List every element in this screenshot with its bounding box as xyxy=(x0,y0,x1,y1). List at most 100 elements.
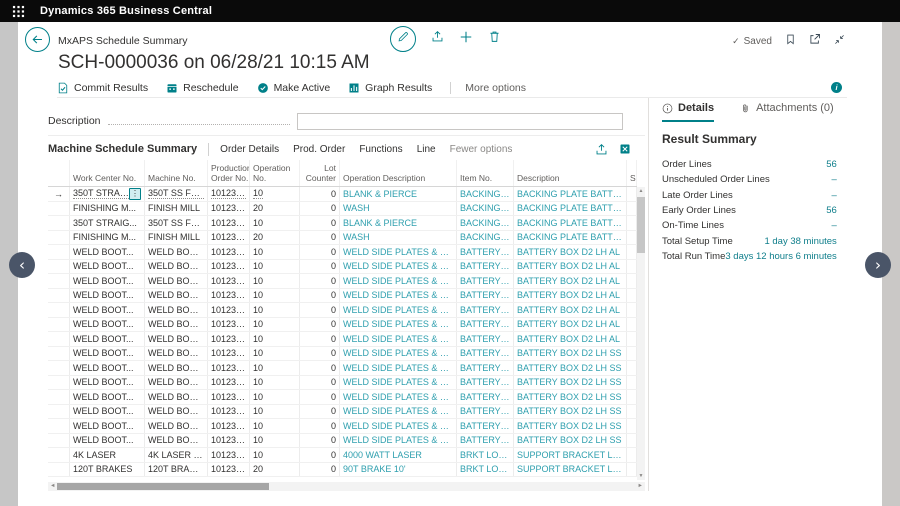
row-selector-cell[interactable] xyxy=(48,390,70,404)
table-cell[interactable]: BATTERY BOX D2 LH SS xyxy=(514,376,627,390)
table-cell[interactable]: WELD SIDE PLATES & COVER xyxy=(340,303,457,317)
table-cell[interactable]: BLANK & PIERCE xyxy=(340,187,457,201)
table-cell[interactable]: 0 xyxy=(300,202,340,216)
table-cell[interactable]: 120T BRAKES xyxy=(145,463,208,477)
row-selector-cell[interactable] xyxy=(48,231,70,245)
table-cell[interactable] xyxy=(627,289,637,303)
table-cell[interactable]: 0 xyxy=(300,245,340,259)
row-selector-cell[interactable] xyxy=(48,303,70,317)
table-cell[interactable]: BRKT LONG 1 xyxy=(457,448,514,462)
table-cell[interactable]: BATTERY BOX D2 LH AL xyxy=(514,274,627,288)
table-row[interactable]: WELD BOOT...WELD BOOT...1012342100WELD S… xyxy=(48,405,637,420)
table-cell[interactable]: WELD SIDE PLATES & COVER xyxy=(340,260,457,274)
table-cell[interactable]: 120T BRAKES xyxy=(70,463,145,477)
table-cell[interactable]: BATTERY BOX ... xyxy=(457,274,514,288)
table-cell[interactable]: WELD SIDE PLATES & COVER xyxy=(340,318,457,332)
table-cell[interactable]: BACKING PLAT... xyxy=(457,231,514,245)
table-cell[interactable]: BATTERY BOX D2 LH AL xyxy=(514,289,627,303)
table-cell[interactable]: 20 xyxy=(250,463,300,477)
table-cell[interactable]: BATTERY BOX ... xyxy=(457,390,514,404)
table-cell[interactable]: BATTERY BOX ... xyxy=(457,289,514,303)
table-cell[interactable]: WELD BOOT... xyxy=(70,289,145,303)
table-cell[interactable]: 10 xyxy=(250,274,300,288)
table-cell[interactable]: 1012329 xyxy=(208,187,250,201)
table-row[interactable]: WELD BOOT...WELD BOOT...1012341100WELD S… xyxy=(48,390,637,405)
table-cell[interactable]: FINISHING M... xyxy=(70,231,145,245)
table-cell[interactable]: WELD BOOT... xyxy=(145,361,208,375)
table-cell[interactable]: BATTERY BOX D2 LH SS xyxy=(514,434,627,448)
open-in-new-window-button[interactable] xyxy=(809,32,821,50)
table-cell[interactable]: 1012331 xyxy=(208,245,250,259)
table-cell[interactable]: 0 xyxy=(300,463,340,477)
table-cell[interactable]: 10 xyxy=(250,332,300,346)
back-button[interactable] xyxy=(25,27,50,52)
table-cell[interactable]: WELD BOOT... xyxy=(145,245,208,259)
row-selector-cell[interactable] xyxy=(48,318,70,332)
fewer-options-button[interactable]: Fewer options xyxy=(450,144,513,155)
row-context-menu-icon[interactable]: ⋮ xyxy=(129,188,141,200)
table-cell[interactable]: WELD BOOT... xyxy=(70,332,145,346)
table-cell[interactable]: WELD BOOT... xyxy=(145,347,208,361)
table-cell[interactable] xyxy=(627,274,637,288)
share-button[interactable] xyxy=(595,143,608,156)
table-cell[interactable] xyxy=(627,245,637,259)
table-row[interactable]: WELD BOOT...WELD BOOT...1012339100WELD S… xyxy=(48,361,637,376)
row-selector-cell[interactable] xyxy=(48,260,70,274)
table-cell[interactable]: 1012335 xyxy=(208,303,250,317)
table-cell[interactable]: 0 xyxy=(300,347,340,361)
scroll-right-icon[interactable]: ► xyxy=(638,483,643,489)
table-cell[interactable]: 1012330 xyxy=(208,216,250,230)
table-cell[interactable]: 90T BRAKE 10' xyxy=(340,463,457,477)
scroll-up-icon[interactable]: ▲ xyxy=(637,188,645,194)
table-cell[interactable]: BATTERY BOX ... xyxy=(457,318,514,332)
table-cell[interactable]: WELD SIDE PLATES & COVER xyxy=(340,390,457,404)
table-cell[interactable]: WASH xyxy=(340,202,457,216)
table-cell[interactable] xyxy=(627,260,637,274)
table-cell[interactable] xyxy=(627,231,637,245)
table-row[interactable]: WELD BOOT...WELD BOOT...1012337100WELD S… xyxy=(48,332,637,347)
table-cell[interactable]: WELD SIDE PLATES & COVER xyxy=(340,289,457,303)
row-selector-cell[interactable] xyxy=(48,376,70,390)
table-cell[interactable]: 0 xyxy=(300,303,340,317)
table-cell[interactable]: BATTERY BOX D2 LH AL xyxy=(514,245,627,259)
scroll-left-icon[interactable]: ◄ xyxy=(50,483,55,489)
table-cell[interactable]: WELD BOOT... xyxy=(70,434,145,448)
table-cell[interactable]: WELD BOOT... xyxy=(145,274,208,288)
table-cell[interactable]: SUPPORT BRACKET LONG xyxy=(514,463,627,477)
table-row[interactable]: WELD BOOT...WELD BOOT...1012336100WELD S… xyxy=(48,318,637,333)
table-cell[interactable]: WELD BOOT... xyxy=(70,361,145,375)
table-cell[interactable]: 10 xyxy=(250,260,300,274)
table-cell[interactable]: BATTERY BOX ... xyxy=(457,361,514,375)
table-cell[interactable]: WELD SIDE PLATES & COVER xyxy=(340,405,457,419)
table-cell[interactable]: 1012341 xyxy=(208,390,250,404)
table-cell[interactable]: 1012336 xyxy=(208,318,250,332)
previous-record-button[interactable]: ‹ xyxy=(9,252,35,278)
table-cell[interactable]: BATTERY BOX D2 LH SS xyxy=(514,419,627,433)
app-launcher-icon[interactable] xyxy=(6,5,30,18)
field-value[interactable]: 1 day 38 minutes xyxy=(764,236,836,247)
table-cell[interactable]: BATTERY BOX ... xyxy=(457,419,514,433)
menu-functions[interactable]: Functions xyxy=(359,144,402,155)
column-header-work-center-no[interactable]: Work Center No. xyxy=(70,160,145,186)
table-cell[interactable]: 1012334 xyxy=(208,289,250,303)
table-row[interactable]: WELD BOOT...WELD BOOT...1012340100WELD S… xyxy=(48,376,637,391)
table-cell[interactable]: 350T STRAIG...⋮ xyxy=(70,187,145,201)
table-cell[interactable]: 350T SS FEE... xyxy=(145,216,208,230)
table-cell[interactable]: WELD BOOT... xyxy=(70,347,145,361)
table-cell[interactable]: BATTERY BOX D2 LH AL xyxy=(514,318,627,332)
delete-button[interactable] xyxy=(488,30,501,48)
row-selector-cell[interactable] xyxy=(48,332,70,346)
table-cell[interactable] xyxy=(627,463,637,477)
row-selector-cell[interactable] xyxy=(48,289,70,303)
column-header-production-order-no[interactable]: Production Order No. xyxy=(208,160,250,186)
table-cell[interactable]: 0 xyxy=(300,289,340,303)
field-value[interactable]: – xyxy=(832,190,837,201)
table-cell[interactable]: 1012343 xyxy=(208,419,250,433)
table-row[interactable]: WELD BOOT...WELD BOOT...1012338100WELD S… xyxy=(48,347,637,362)
more-options-button[interactable]: More options xyxy=(465,82,526,94)
table-row[interactable]: 120T BRAKES120T BRAKES101234520090T BRAK… xyxy=(48,463,637,478)
table-cell[interactable]: 1012342 xyxy=(208,405,250,419)
table-cell[interactable]: 0 xyxy=(300,274,340,288)
share-button[interactable] xyxy=(431,30,444,48)
table-cell[interactable]: WELD SIDE PLATES & COVER xyxy=(340,376,457,390)
